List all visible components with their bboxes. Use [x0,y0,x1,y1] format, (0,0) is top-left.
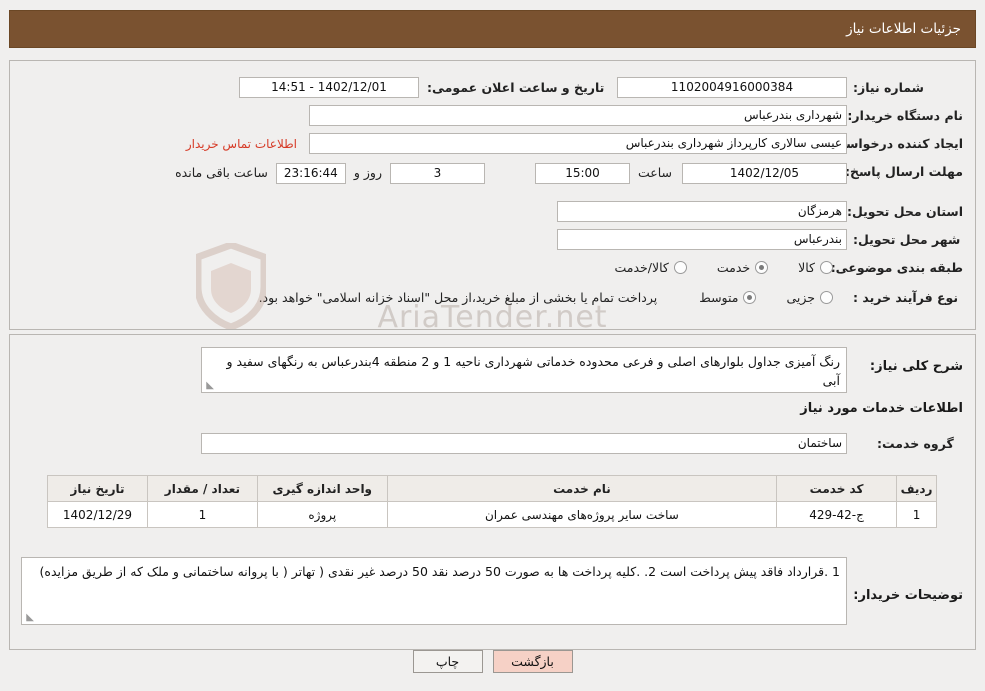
th-unit: واحد اندازه گیری [256,475,388,502]
category-option-kala-khedmat[interactable]: کالا/خدمت [614,260,687,275]
td-qty: 1 [146,501,258,528]
page-title: جزئیات اطلاعات نیاز [846,21,961,37]
category-option-kala-khedmat-label: کالا/خدمت [614,260,669,275]
buyer-notes-value-box: 1 .قرارداد فاقد پیش پرداخت است 2. .کلیه … [21,557,847,625]
province-row: استان محل تحویل: هرمزگان [557,201,963,222]
category-option-khedmat[interactable]: خدمت [716,260,769,275]
buyer-org-row: نام دستگاه خریدار: شهرداری بندرعباس [309,105,963,126]
province-value: هرمزگان [557,201,847,222]
general-desc-value: رنگ آمیزی جداول بلوارهای اصلی و فرعی محد… [226,354,840,388]
back-button[interactable]: بازگشت [492,650,573,673]
buyer-org-value: شهرداری بندرعباس [309,105,847,126]
th-date: تاریخ نیاز [47,475,148,502]
services-table: ردیف کد خدمت نام خدمت واحد اندازه گیری ت… [47,475,937,528]
print-button[interactable]: چاپ [412,650,483,673]
public-announce-value: 1402/12/01 - 14:51 [239,77,419,98]
category-option-khedmat-label: خدمت [716,260,751,275]
td-row: 1 [896,501,937,528]
process-option-motevaset[interactable]: متوسط [699,290,757,305]
creator-row: ایجاد کننده درخواست: عیسی سالاری کارپردا… [186,133,963,154]
table-header-row: ردیف کد خدمت نام خدمت واحد اندازه گیری ت… [47,475,937,502]
days-label: روز و [353,165,382,180]
need-number-label: شماره نیاز: [853,80,924,95]
province-label: استان محل تحویل: [846,204,963,219]
deadline-date-value: 1402/12/05 [682,163,847,184]
resize-grip-icon[interactable]: ◣ [24,613,34,623]
service-group-value: ساختمان [201,433,847,454]
remaining-time-value: 23:16:44 [275,163,346,184]
category-row: طبقه بندی موضوعی: کالا خدمت کالا/خدمت [614,257,963,278]
process-option-jozi[interactable]: جزیی [786,290,833,305]
need-info-panel: شماره نیاز: 1102004916000384 تاریخ و ساع… [9,60,976,330]
radio-icon[interactable] [820,261,833,274]
need-number-row: شماره نیاز: 1102004916000384 [617,77,963,98]
category-label: طبقه بندی موضوعی: [830,260,963,275]
buyer-notes-label: توضیحات خریدار: [853,588,963,603]
resize-grip-icon[interactable]: ◣ [204,381,214,391]
radio-icon[interactable] [743,291,757,304]
radio-icon[interactable] [673,261,687,274]
creator-value: عیسی سالاری کارپرداز شهرداری بندرعباس [309,133,847,154]
city-row: شهر محل تحویل: بندرعباس [557,229,963,250]
td-unit: پروژه [256,501,388,528]
general-desc-label: شرح کلی نیاز: [869,359,963,374]
service-group-row: گروه خدمت: ساختمان [201,433,963,454]
buyer-org-label: نام دستگاه خریدار: [847,108,963,123]
category-option-kala-label: کالا [798,260,815,275]
remaining-label: ساعت باقی مانده [175,165,268,180]
td-name: ساخت سایر پروژه‌های مهندسی عمران [386,501,778,528]
city-value: بندرعباس [557,229,847,250]
deadline-row: مهلت ارسال پاسخ: تا تاریخ: 1402/12/05 سا… [175,161,963,199]
process-row: نوع فرآیند خرید : جزیی متوسط پرداخت تمام… [259,287,963,308]
service-details-panel: شرح کلی نیاز: رنگ آمیزی جداول بلوارهای ا… [9,334,976,650]
th-row: ردیف [896,475,937,502]
th-code: کد خدمت [776,475,898,502]
deadline-label: مهلت ارسال پاسخ: تا تاریخ: [791,164,963,179]
page-header: جزئیات اطلاعات نیاز [9,10,976,48]
buyer-contact-link[interactable]: اطلاعات تماس خریدار [186,137,297,151]
remaining-days-value: 3 [389,163,485,184]
td-code: ج-42-429 [776,501,898,528]
buyer-notes-value: 1 .قرارداد فاقد پیش پرداخت است 2. .کلیه … [39,564,840,579]
public-announce-label: تاریخ و ساعت اعلان عمومی: [427,80,605,95]
radio-icon[interactable] [820,291,833,304]
hour-label: ساعت [637,165,672,180]
creator-label: ایجاد کننده درخواست: [827,136,963,151]
radio-icon[interactable] [755,261,769,274]
page-root: جزئیات اطلاعات نیاز شماره نیاز: 11020049… [0,0,985,691]
process-option-jozi-label: جزیی [786,290,815,305]
service-group-label: گروه خدمت: [877,436,954,451]
table-row: 1 ج-42-429 ساخت سایر پروژه‌های مهندسی عم… [47,501,937,528]
services-info-title: اطلاعات خدمات مورد نیاز [800,401,963,416]
city-label: شهر محل تحویل: [853,232,961,247]
th-name: نام خدمت [386,475,778,502]
process-label: نوع فرآیند خرید : [853,290,959,305]
need-number-value: 1102004916000384 [617,77,847,98]
general-desc-value-box: رنگ آمیزی جداول بلوارهای اصلی و فرعی محد… [201,347,847,393]
footer-actions: بازگشت چاپ [0,650,985,673]
category-option-kala[interactable]: کالا [798,260,833,275]
td-date: 1402/12/29 [47,501,148,528]
process-option-motevaset-label: متوسط [699,290,739,305]
process-note: پرداخت تمام یا بخشی از مبلغ خرید،از محل … [258,290,658,305]
deadline-time-value: 15:00 [534,163,630,184]
th-qty: تعداد / مقدار [146,475,258,502]
public-announce-row: تاریخ و ساعت اعلان عمومی: 1402/12/01 - 1… [239,77,605,98]
